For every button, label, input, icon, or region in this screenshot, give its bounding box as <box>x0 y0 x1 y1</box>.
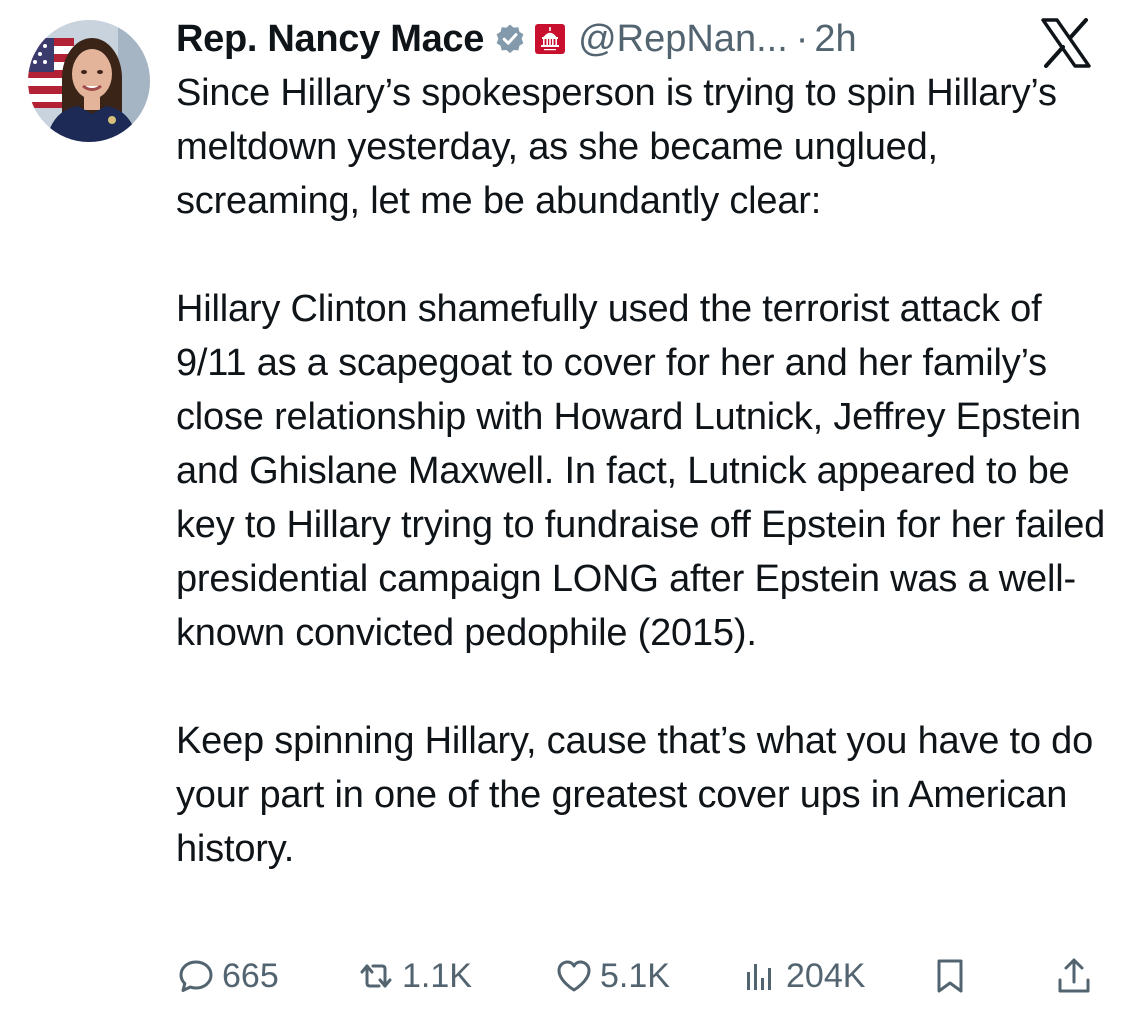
author-handle[interactable]: @RepNan... <box>578 18 788 61</box>
tweet-paragraph: Hillary Clinton shamefully used the terr… <box>176 288 1106 654</box>
views-button[interactable]: 204K <box>740 948 865 1004</box>
tweet-paragraph: Since Hillary’s spokesperson is trying t… <box>176 72 1057 222</box>
repost-count: 1.1K <box>402 956 472 995</box>
like-count: 5.1K <box>600 956 670 995</box>
tweet-paragraph: Keep spinning Hillary, cause that’s what… <box>176 720 1094 870</box>
reply-count: 665 <box>222 956 279 995</box>
reply-button[interactable]: 665 <box>176 948 279 1004</box>
display-name[interactable]: Rep. Nancy Mace <box>176 18 484 61</box>
view-count: 204K <box>786 956 866 995</box>
bookmark-icon <box>937 959 963 993</box>
share-button[interactable] <box>1054 948 1100 1004</box>
capitol-affiliation-icon <box>535 24 566 54</box>
share-icon <box>1058 958 1090 993</box>
reply-icon <box>179 960 213 992</box>
bookmark-button[interactable] <box>930 948 976 1004</box>
views-chart-icon <box>747 964 771 990</box>
verified-badge-icon <box>496 24 524 54</box>
repost-button[interactable]: 1.1K <box>356 948 472 1004</box>
action-bar: 665 1.1K 5.1K 204K <box>176 948 1096 1004</box>
heart-icon <box>557 960 591 992</box>
avatar[interactable] <box>28 20 150 142</box>
tweet-header: Rep. Nancy Mace @RepNan... · 2h <box>176 14 857 64</box>
tweet-text: Since Hillary’s spokesperson is trying t… <box>176 66 1111 876</box>
x-logo-icon <box>1041 18 1091 68</box>
timestamp[interactable]: 2h <box>814 18 856 61</box>
repost-icon <box>360 964 392 988</box>
separator-dot: · <box>795 17 809 60</box>
like-button[interactable]: 5.1K <box>554 948 670 1004</box>
